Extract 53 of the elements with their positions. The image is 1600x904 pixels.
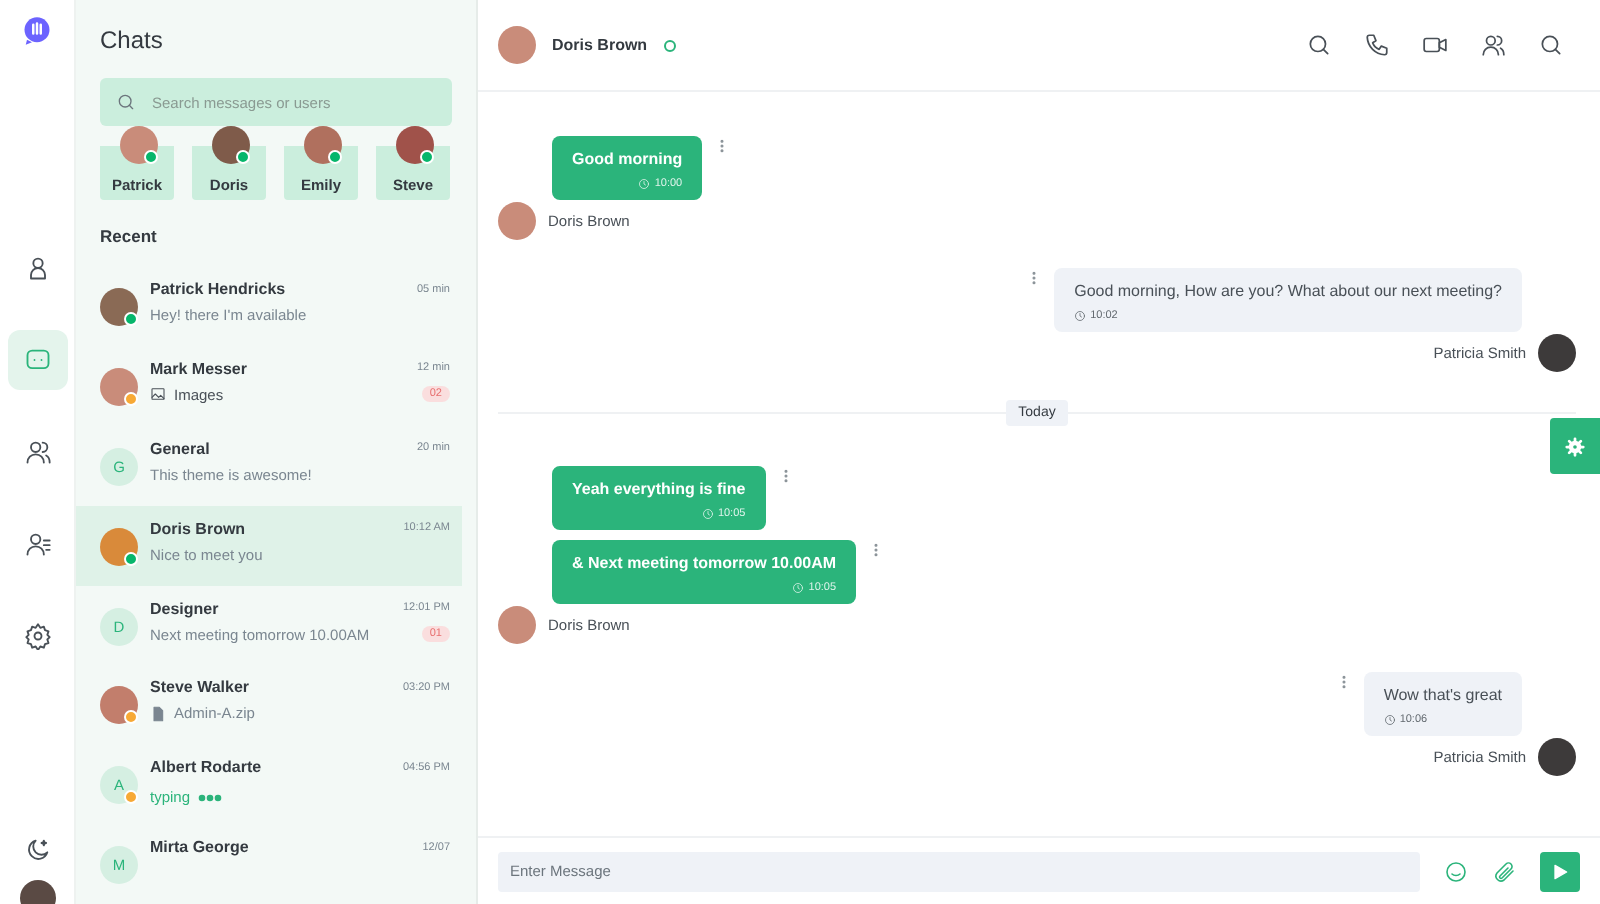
search-icon (1538, 32, 1564, 58)
panel-title: Chats (100, 26, 165, 54)
message-text: Good morning, How are you? What about our next meeting? (1074, 282, 1502, 300)
chat-icon (23, 346, 51, 374)
avatar-photo (498, 606, 536, 644)
search-icon (116, 92, 136, 112)
message-text: Good morning (572, 150, 683, 168)
contact-name: Mark Messer (150, 359, 247, 378)
settings-icon (23, 622, 51, 650)
clock-icon (1383, 714, 1396, 726)
avatar-photo (498, 202, 536, 240)
contact-name: Albert Rodarte (150, 758, 262, 777)
search-button[interactable] (1538, 32, 1564, 58)
video-call-button[interactable] (1422, 32, 1448, 58)
section-heading: Recent (100, 226, 159, 246)
contact-name: Doris Brown (552, 36, 648, 54)
moon-icon (23, 836, 51, 864)
contacts-button[interactable] (1480, 32, 1506, 58)
avatar-photo (1538, 334, 1576, 372)
smiley-icon (1444, 859, 1468, 883)
call-button[interactable] (1364, 32, 1390, 58)
message-text: & Next meeting tomorrow 10.00AM (572, 554, 837, 572)
contact-name: Designer (150, 599, 219, 617)
phone-icon (1364, 32, 1390, 58)
contact-name: General (150, 439, 210, 458)
contact-name: Doris Brown (150, 519, 246, 538)
gear-icon (1564, 435, 1586, 457)
contact-name: Patrick Hendricks (150, 280, 286, 298)
contact-name: Mirta George (150, 838, 249, 857)
emoji-button[interactable] (1444, 859, 1468, 883)
avatar-photo (498, 26, 536, 64)
attach-button[interactable] (1492, 859, 1516, 883)
logo-icon (22, 16, 52, 46)
contact-list-icon (23, 530, 51, 558)
paperclip-icon (1492, 859, 1516, 883)
search-button[interactable] (1306, 32, 1332, 58)
video-camera-icon (1422, 32, 1448, 58)
avatar-photo (1538, 738, 1576, 776)
contacts-icon (1480, 32, 1506, 58)
send-icon (1550, 861, 1570, 881)
search-icon (1306, 32, 1332, 58)
message-text: Wow that's great (1383, 686, 1502, 704)
file-icon (150, 705, 166, 722)
message-text: Yeah everything is fine (572, 480, 746, 498)
clock-icon (638, 178, 651, 190)
clock-icon (1074, 310, 1087, 322)
send-button[interactable] (1540, 851, 1580, 891)
settings-button[interactable] (1550, 418, 1600, 474)
contact-name: Steve Walker (150, 678, 250, 697)
clock-icon (792, 582, 805, 594)
contacts-icon (23, 438, 51, 466)
clock-icon (701, 508, 714, 520)
image-icon (150, 386, 166, 403)
